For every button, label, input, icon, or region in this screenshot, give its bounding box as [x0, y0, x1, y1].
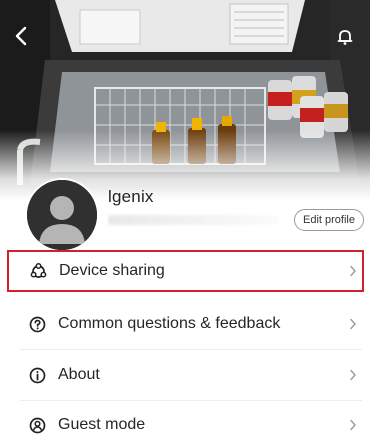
menu-item-device-sharing[interactable]: Device sharing: [7, 250, 364, 292]
back-button[interactable]: [14, 26, 38, 50]
account-subtitle-redacted: [108, 215, 278, 225]
guest-icon: [28, 416, 46, 434]
menu-item-label: Device sharing: [59, 262, 165, 279]
header-photo: [0, 0, 370, 200]
menu-item-label: Common questions & feedback: [58, 315, 281, 332]
chevron-right-icon: [348, 265, 358, 277]
notification-button[interactable]: [336, 28, 358, 50]
menu-item-guest-mode[interactable]: Guest mode: [8, 404, 362, 446]
question-icon: [28, 315, 46, 333]
divider: [20, 400, 362, 401]
divider: [20, 349, 362, 350]
device-sharing-icon: [29, 262, 47, 280]
menu-item-about[interactable]: About: [8, 354, 362, 396]
chevron-left-icon: [15, 26, 27, 46]
avatar[interactable]: [27, 180, 97, 250]
edit-profile-button[interactable]: Edit profile: [294, 209, 364, 231]
chevron-right-icon: [348, 318, 358, 330]
menu-item-label: About: [58, 366, 100, 383]
chevron-right-icon: [348, 369, 358, 381]
menu-item-common-questions[interactable]: Common questions & feedback: [8, 303, 362, 345]
username: lgenix: [108, 187, 154, 206]
chevron-right-icon: [348, 419, 358, 431]
info-icon: [28, 366, 46, 384]
user-avatar-icon: [27, 180, 97, 250]
bell-icon: [337, 30, 353, 45]
menu-item-label: Guest mode: [58, 416, 146, 433]
